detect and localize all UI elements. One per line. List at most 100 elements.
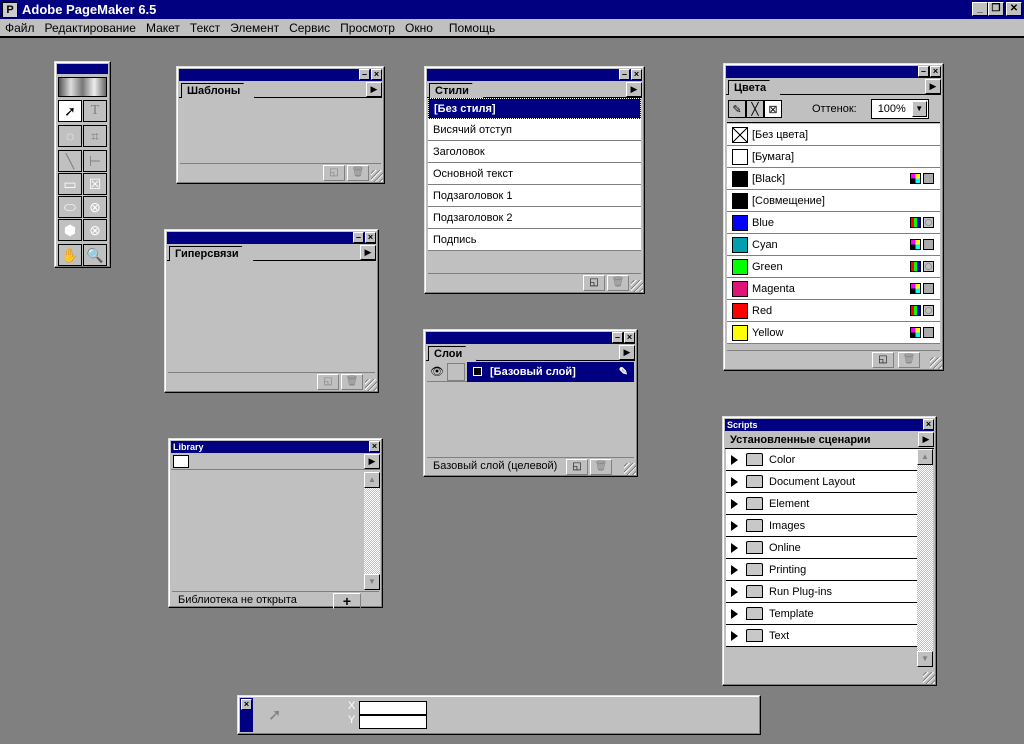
script-folder[interactable]: Text: [726, 625, 917, 647]
ellipse-frame-tool[interactable]: ⊗: [83, 196, 107, 218]
tab-templates[interactable]: Шаблоны: [181, 83, 255, 98]
y-field[interactable]: [359, 715, 427, 729]
color-item[interactable]: [Бумага]: [727, 146, 940, 168]
menu-file[interactable]: Файл: [0, 21, 40, 35]
scrollbar[interactable]: ▲ ▼: [917, 449, 933, 667]
fill-button[interactable]: ╳: [746, 100, 764, 118]
expand-triangle-icon[interactable]: [731, 608, 738, 619]
close-button[interactable]: ✕: [1006, 2, 1022, 16]
ellipse-tool[interactable]: ⬭: [58, 196, 82, 218]
menu-view[interactable]: Просмотр: [335, 21, 400, 35]
expand-triangle-icon[interactable]: [731, 454, 738, 465]
resize-grip[interactable]: [923, 672, 935, 684]
style-item[interactable]: Подпись: [428, 229, 641, 251]
text-tool[interactable]: T: [83, 100, 107, 122]
panel-menu-button[interactable]: ▶: [619, 345, 635, 360]
close-icon[interactable]: ×: [631, 69, 642, 80]
control-palette-titlebar[interactable]: ×: [240, 698, 253, 732]
style-item[interactable]: [Без стиля]: [428, 98, 641, 119]
resize-grip[interactable]: [624, 463, 636, 475]
line-tool[interactable]: ╲: [58, 150, 82, 172]
panel-titlebar[interactable]: Scripts ×: [725, 419, 934, 431]
style-item[interactable]: Заголовок: [428, 141, 641, 163]
close-icon[interactable]: ×: [241, 699, 252, 710]
menu-window[interactable]: Окно: [400, 21, 438, 35]
new-button[interactable]: ◱: [317, 374, 339, 390]
style-item[interactable]: Основной текст: [428, 163, 641, 185]
close-icon[interactable]: ×: [930, 66, 941, 77]
tab-hyperlinks[interactable]: Гиперсвязи: [169, 246, 254, 261]
rectangle-tool[interactable]: ▭: [58, 173, 82, 195]
minimize-icon[interactable]: –: [612, 332, 623, 343]
library-view-icon[interactable]: [173, 455, 189, 468]
menu-element[interactable]: Элемент: [225, 21, 284, 35]
new-color-button[interactable]: ◱: [872, 352, 894, 368]
both-button[interactable]: ⊠: [764, 100, 782, 118]
lock-toggle[interactable]: [447, 362, 465, 381]
color-item[interactable]: Green: [727, 256, 940, 278]
panel-titlebar[interactable]: – ×: [179, 69, 382, 81]
trash-icon[interactable]: 🗑: [607, 275, 629, 291]
style-item[interactable]: Подзаголовок 2: [428, 207, 641, 229]
style-item[interactable]: Висячий отступ: [428, 119, 641, 141]
script-folder[interactable]: Printing: [726, 559, 917, 581]
minimize-icon[interactable]: –: [619, 69, 630, 80]
minimize-icon[interactable]: –: [353, 232, 364, 243]
minimize-icon[interactable]: –: [359, 69, 370, 80]
script-folder[interactable]: Template: [726, 603, 917, 625]
menu-utilities[interactable]: Сервис: [284, 21, 335, 35]
panel-titlebar[interactable]: – ×: [167, 232, 376, 244]
trash-icon[interactable]: 🗑: [347, 165, 369, 181]
tab-styles[interactable]: Стили: [429, 83, 484, 98]
script-folder[interactable]: Online: [726, 537, 917, 559]
trash-icon[interactable]: 🗑: [898, 352, 920, 368]
trash-icon[interactable]: 🗑: [341, 374, 363, 390]
minimize-button[interactable]: _: [972, 2, 988, 16]
color-item[interactable]: Blue: [727, 212, 940, 234]
panel-menu-button[interactable]: ▶: [918, 432, 934, 447]
panel-titlebar[interactable]: Library ×: [171, 441, 380, 453]
panel-menu-button[interactable]: ▶: [626, 82, 642, 97]
panel-titlebar[interactable]: – ×: [426, 332, 635, 344]
expand-triangle-icon[interactable]: [731, 520, 738, 531]
close-icon[interactable]: ×: [624, 332, 635, 343]
expand-triangle-icon[interactable]: [731, 542, 738, 553]
resize-grip[interactable]: [631, 280, 643, 292]
expand-triangle-icon[interactable]: [731, 498, 738, 509]
color-item[interactable]: [Без цвета]: [727, 124, 940, 146]
panel-menu-button[interactable]: ▶: [364, 454, 380, 469]
expand-triangle-icon[interactable]: [731, 476, 738, 487]
rectangle-frame-tool[interactable]: ☒: [83, 173, 107, 195]
panel-menu-button[interactable]: ▶: [360, 245, 376, 260]
zoom-tool[interactable]: 🔍: [83, 244, 107, 266]
resize-grip[interactable]: [371, 170, 383, 182]
color-item[interactable]: [Black]: [727, 168, 940, 190]
add-item-button[interactable]: +: [333, 593, 361, 609]
resize-grip[interactable]: [365, 379, 377, 391]
rotate-tool[interactable]: ◌: [58, 125, 82, 147]
style-item[interactable]: Подзаголовок 1: [428, 185, 641, 207]
trash-icon[interactable]: 🗑: [590, 459, 612, 475]
script-folder[interactable]: Images: [726, 515, 917, 537]
x-field[interactable]: [359, 701, 427, 715]
color-item[interactable]: Red: [727, 300, 940, 322]
tint-dropdown[interactable]: 100% ▼: [870, 99, 929, 119]
script-folder[interactable]: Run Plug-ins: [726, 581, 917, 603]
menu-layout[interactable]: Макет: [141, 21, 185, 35]
close-icon[interactable]: ×: [923, 419, 934, 430]
stroke-button[interactable]: ✎: [728, 100, 746, 118]
color-item[interactable]: Magenta: [727, 278, 940, 300]
chevron-down-icon[interactable]: ▼: [911, 101, 927, 117]
new-button[interactable]: ◱: [323, 165, 345, 181]
new-style-button[interactable]: ◱: [583, 275, 605, 291]
layer-row[interactable]: 👁 [Базовый слой] ✎: [427, 361, 634, 382]
panel-menu-button[interactable]: ▶: [366, 82, 382, 97]
expand-triangle-icon[interactable]: [731, 564, 738, 575]
color-item[interactable]: [Совмещение]: [727, 190, 940, 212]
polygon-frame-tool[interactable]: ⊗: [83, 219, 107, 241]
app-icon[interactable]: P: [2, 1, 18, 18]
menu-edit[interactable]: Редактирование: [40, 21, 141, 35]
scrollbar[interactable]: ▲ ▼: [364, 472, 380, 590]
color-item[interactable]: Cyan: [727, 234, 940, 256]
script-folder[interactable]: Color: [726, 449, 917, 471]
